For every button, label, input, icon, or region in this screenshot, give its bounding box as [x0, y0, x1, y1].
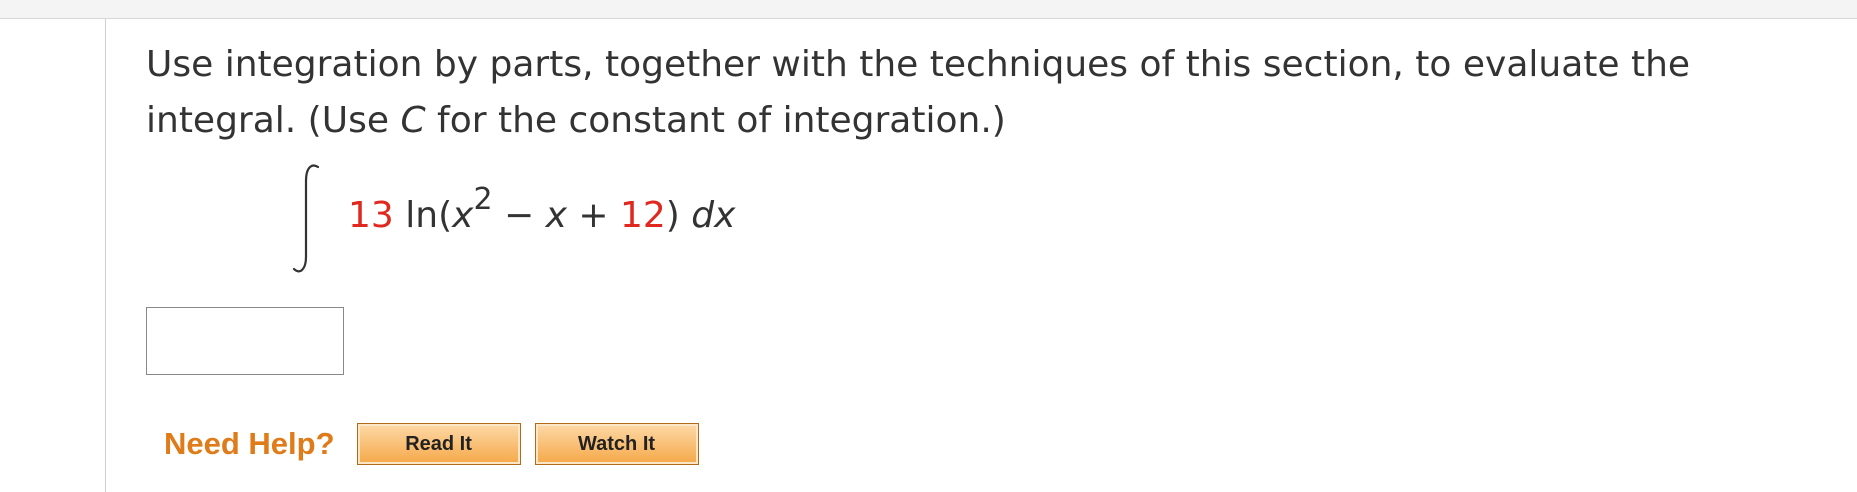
answer-input[interactable]: [146, 307, 344, 375]
integral-sign-icon: [292, 164, 320, 273]
coefficient: 13: [348, 195, 394, 236]
function-prefix: ln(: [393, 195, 453, 236]
watch-it-button[interactable]: Watch It: [534, 423, 699, 465]
read-it-button[interactable]: Read It: [356, 423, 521, 465]
integrand: 13 ln(x2 − x + 12) dx: [348, 185, 736, 241]
constant-term: 12: [619, 195, 666, 236]
help-row: Need Help? Read It Watch It: [164, 421, 699, 467]
differential: dx: [691, 195, 736, 236]
instruction-line-2-suffix: for the constant of integration.): [425, 100, 1006, 141]
variable-x: x: [452, 195, 474, 236]
close-paren: ): [665, 195, 692, 236]
plus-sign: +: [566, 195, 620, 236]
top-strip: [0, 0, 1857, 19]
question-instructions: Use integration by parts, together with …: [146, 37, 1826, 149]
instruction-line-1: Use integration by parts, together with …: [146, 44, 1691, 85]
minus-sign: −: [492, 195, 546, 236]
exponent: 2: [473, 182, 493, 217]
need-help-label: Need Help?: [164, 426, 335, 461]
question-panel: Use integration by parts, together with …: [105, 19, 1857, 492]
constant-variable: C: [400, 100, 426, 141]
instruction-line-2-prefix: integral. (Use: [146, 100, 401, 141]
variable-x-2: x: [545, 195, 567, 236]
